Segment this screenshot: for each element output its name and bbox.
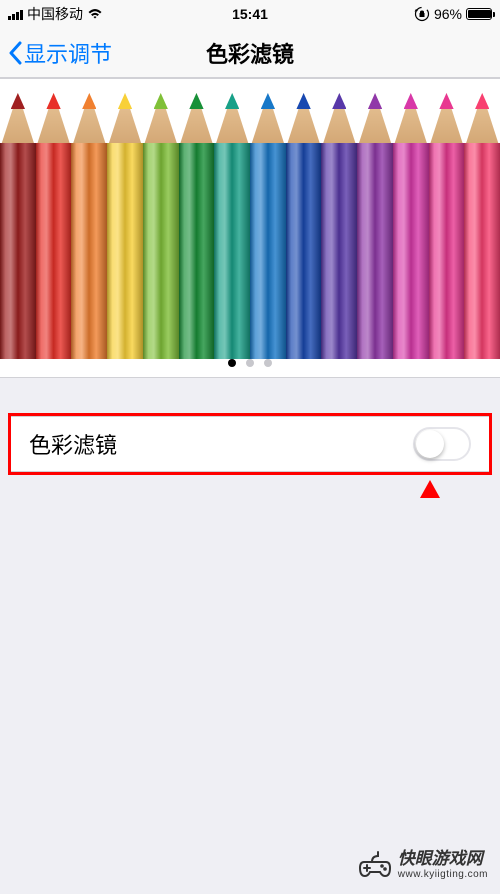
pencils-image — [0, 79, 500, 359]
arrow-annotation — [410, 480, 450, 660]
pencil — [357, 83, 393, 359]
page-title: 色彩滤镜 — [206, 37, 294, 69]
nav-bar: 显示调节 色彩滤镜 — [0, 28, 500, 78]
status-left: 中国移动 — [8, 4, 103, 24]
color-filter-toggle[interactable] — [413, 427, 471, 461]
pencil — [0, 83, 36, 359]
page-dot[interactable] — [228, 359, 236, 367]
signal-icon — [8, 8, 23, 20]
highlight-annotation: 色彩滤镜 — [8, 413, 492, 475]
orientation-lock-icon — [414, 6, 430, 22]
watermark: 快眼游戏网 www.kyiigting.com — [358, 848, 488, 882]
toggle-knob — [416, 430, 444, 458]
pencil — [71, 83, 107, 359]
pencil — [36, 83, 72, 359]
chevron-left-icon — [8, 41, 22, 65]
color-filter-row: 色彩滤镜 — [11, 416, 489, 472]
status-right: 96% — [414, 6, 492, 22]
pencil — [143, 83, 179, 359]
watermark-title: 快眼游戏网 — [398, 850, 488, 869]
color-preview-pager[interactable] — [0, 78, 500, 378]
pencil — [321, 83, 357, 359]
back-label: 显示调节 — [24, 37, 112, 69]
pencil — [286, 83, 322, 359]
page-dots — [228, 359, 272, 367]
battery-percentage: 96% — [434, 6, 462, 22]
pencil — [393, 83, 429, 359]
page-dot[interactable] — [264, 359, 272, 367]
status-time: 15:41 — [232, 6, 268, 22]
color-filter-label: 色彩滤镜 — [29, 428, 117, 460]
carrier-label: 中国移动 — [27, 4, 83, 24]
watermark-url: www.kyiigting.com — [398, 869, 488, 880]
pencil — [464, 83, 500, 359]
settings-group: 色彩滤镜 — [0, 413, 500, 475]
pencil — [107, 83, 143, 359]
page-dot[interactable] — [246, 359, 254, 367]
battery-icon — [466, 8, 492, 20]
gamepad-icon — [358, 848, 392, 882]
pencil — [214, 83, 250, 359]
pencil — [179, 83, 215, 359]
back-button[interactable]: 显示调节 — [8, 37, 112, 69]
wifi-icon — [87, 8, 103, 20]
pencil — [429, 83, 465, 359]
status-bar: 中国移动 15:41 96% — [0, 0, 500, 28]
pencil — [250, 83, 286, 359]
